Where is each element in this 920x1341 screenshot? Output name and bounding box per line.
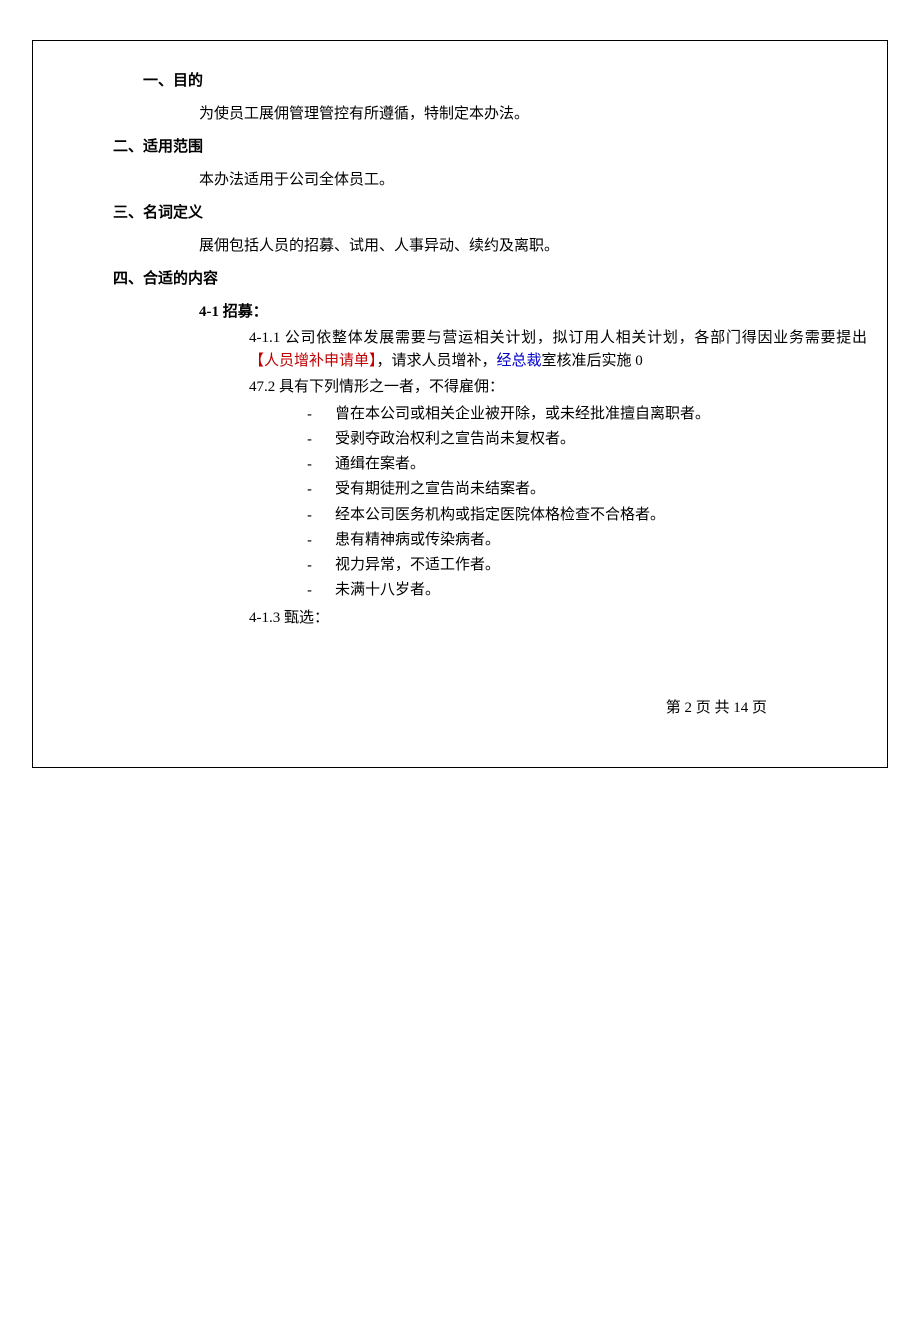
dash-icon: - <box>307 554 335 577</box>
list-item-text: 未满十八岁者。 <box>335 579 440 602</box>
dash-icon: - <box>307 478 335 501</box>
list-item: -曾在本公司或相关企业被开除，或未经批准擅自离职者。 <box>307 403 867 426</box>
page-frame: 一、目的 为使员工展佣管理管控有所遵循，特制定本办法。 二、适用范围 本办法适用… <box>32 40 888 768</box>
list-item: -受有期徒刑之宣告尚未结案者。 <box>307 478 867 501</box>
paragraph-47-2: 47.2 具有下列情形之一者，不得雇佣： <box>249 376 867 399</box>
body-section-1: 为使员工展佣管理管控有所遵循，特制定本办法。 <box>199 102 867 123</box>
list-item: -通缉在案者。 <box>307 453 867 476</box>
text-highlight-approval: 经总裁 <box>497 353 542 369</box>
dash-icon: - <box>307 504 335 527</box>
list-item: -经本公司医务机构或指定医院体格检查不合格者。 <box>307 504 867 527</box>
list-item: -受剥夺政治权利之宣告尚未复权者。 <box>307 428 867 451</box>
heading-section-3: 三、名词定义 <box>113 201 867 222</box>
heading-section-1: 一、目的 <box>143 69 867 90</box>
list-item: -未满十八岁者。 <box>307 579 867 602</box>
dash-icon: - <box>307 529 335 552</box>
list-item-text: 曾在本公司或相关企业被开除，或未经批准擅自离职者。 <box>335 403 710 426</box>
list-item-text: 受有期徒刑之宣告尚未结案者。 <box>335 478 545 501</box>
text-4-1-1-tail: 室核准后实施 0 <box>542 353 643 369</box>
subheading-4-1: 4-1 招募： <box>199 300 867 321</box>
body-section-3: 展佣包括人员的招募、试用、人事异动、续约及离职。 <box>199 234 867 255</box>
dash-icon: - <box>307 403 335 426</box>
bullet-list: -曾在本公司或相关企业被开除，或未经批准擅自离职者。 -受剥夺政治权利之宣告尚未… <box>307 403 867 603</box>
subheading-4-1-3: 4-1.3 甄选： <box>249 607 867 630</box>
heading-section-4: 四、合适的内容 <box>113 267 867 288</box>
list-item-text: 患有精神病或传染病者。 <box>335 529 500 552</box>
list-item-text: 视力异常，不适工作者。 <box>335 554 500 577</box>
dash-icon: - <box>307 579 335 602</box>
dash-icon: - <box>307 428 335 451</box>
heading-section-2: 二、适用范围 <box>113 135 867 156</box>
list-item: -患有精神病或传染病者。 <box>307 529 867 552</box>
list-item-text: 受剥夺政治权利之宣告尚未复权者。 <box>335 428 575 451</box>
text-4-1-1-prefix: 4-1.1 公司依整体发展需要与营运相关计划，拟订用人相关计划，各部门得因业务需… <box>249 330 867 346</box>
list-item: -视力异常，不适工作者。 <box>307 554 867 577</box>
body-section-2: 本办法适用于公司全体员工。 <box>199 168 867 189</box>
text-highlight-form-name: 【人员增补申请单】 <box>249 353 377 369</box>
dash-icon: - <box>307 453 335 476</box>
list-item-text: 经本公司医务机构或指定医院体格检查不合格者。 <box>335 504 665 527</box>
text-4-1-1-mid: ，请求人员增补， <box>377 353 497 369</box>
page-number: 第 2 页 共 14 页 <box>666 696 767 717</box>
paragraph-4-1-1: 4-1.1 公司依整体发展需要与营运相关计划，拟订用人相关计划，各部门得因业务需… <box>249 327 867 372</box>
list-item-text: 通缉在案者。 <box>335 453 425 476</box>
